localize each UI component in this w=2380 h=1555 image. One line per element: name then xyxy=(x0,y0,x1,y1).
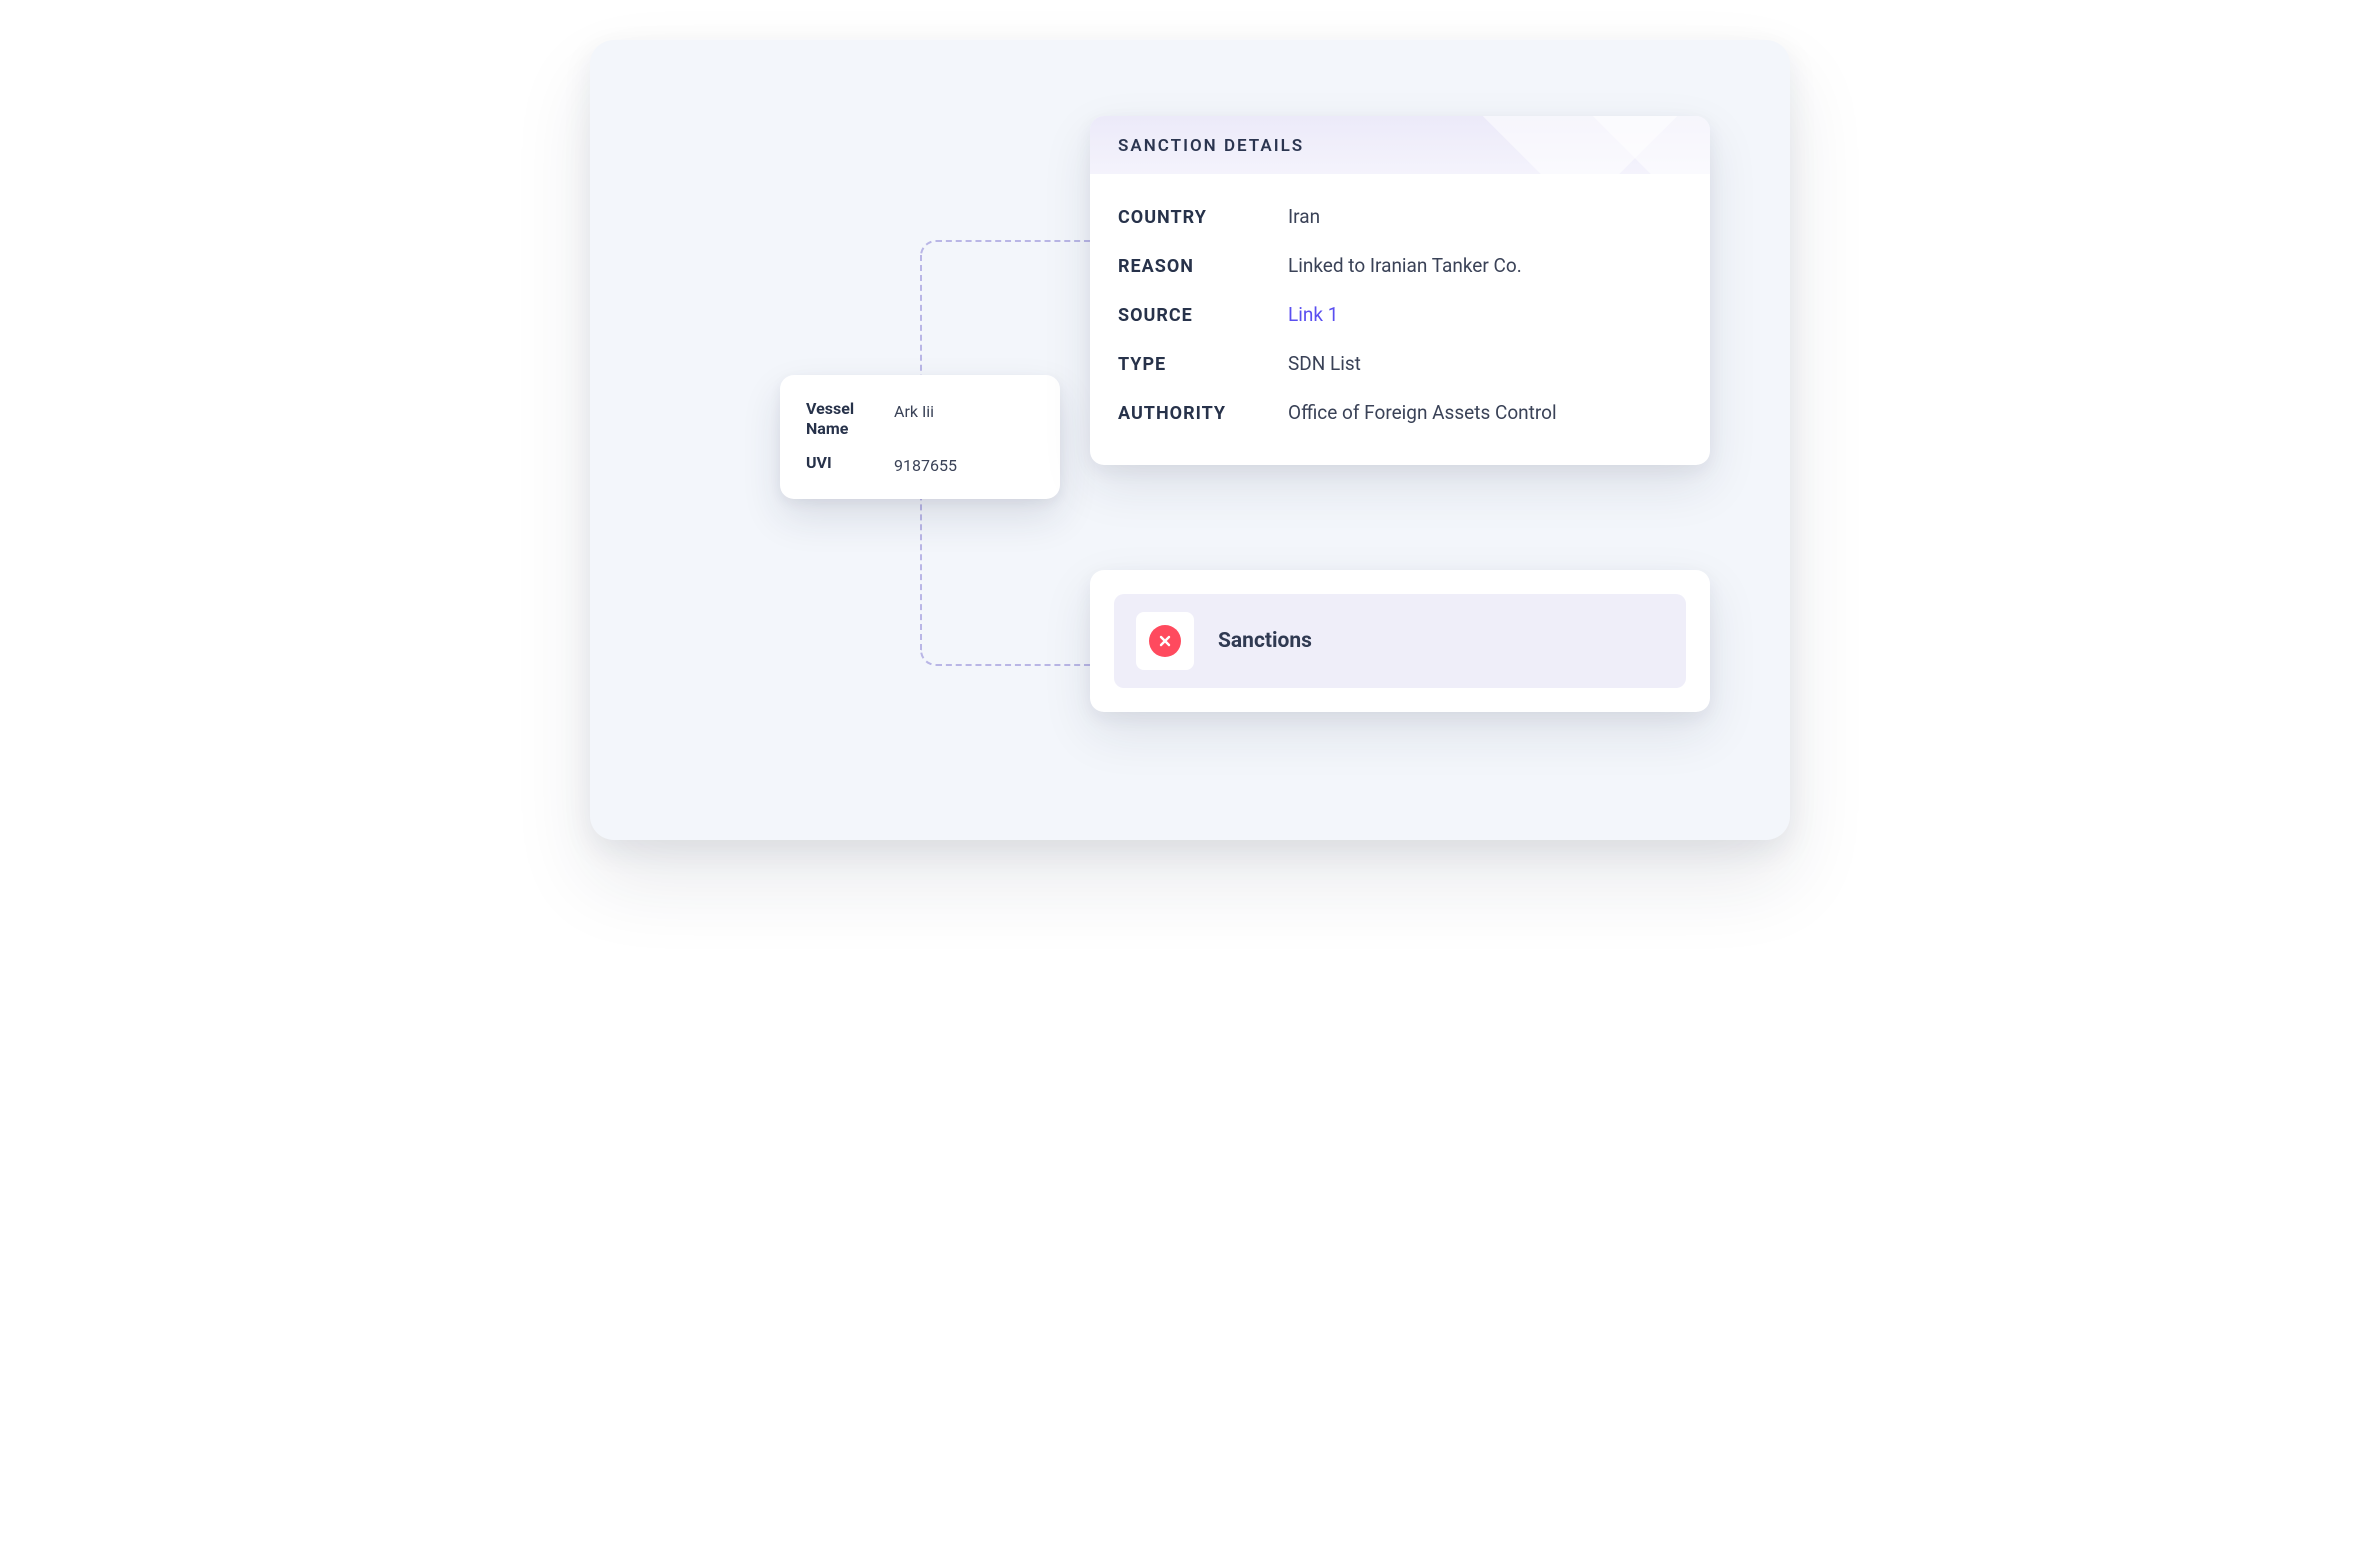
detail-value-reason: Linked to Iranian Tanker Co. xyxy=(1288,254,1522,277)
sanction-details-card: SANCTION DETAILS COUNTRY Iran REASON Lin… xyxy=(1090,116,1710,465)
detail-label-type: TYPE xyxy=(1118,354,1288,375)
detail-value-type: SDN List xyxy=(1288,352,1361,375)
detail-value-authority: Office of Foreign Assets Control xyxy=(1288,401,1557,424)
sanctions-status-icon-wrap xyxy=(1136,612,1194,670)
detail-label-source: SOURCE xyxy=(1118,305,1288,326)
vessel-card: Vessel Name Ark Iii UVI 9187655 xyxy=(780,375,1060,499)
close-icon xyxy=(1158,634,1172,648)
detail-value-source-link[interactable]: Link 1 xyxy=(1288,303,1338,326)
detail-row-source: SOURCE Link 1 xyxy=(1118,290,1682,339)
sanction-details-body: COUNTRY Iran REASON Linked to Iranian Ta… xyxy=(1090,174,1710,465)
detail-label-country: COUNTRY xyxy=(1118,207,1288,228)
sanctions-status-card: Sanctions xyxy=(1090,570,1710,712)
canvas: Vessel Name Ark Iii UVI 9187655 SANCTION… xyxy=(590,40,1790,840)
detail-label-reason: REASON xyxy=(1118,256,1288,277)
vessel-uvi-value: 9187655 xyxy=(894,453,957,477)
sanctions-status-inner: Sanctions xyxy=(1114,594,1686,688)
vessel-uvi-row: UVI 9187655 xyxy=(806,453,1034,477)
detail-row-reason: REASON Linked to Iranian Tanker Co. xyxy=(1118,241,1682,290)
detail-row-type: TYPE SDN List xyxy=(1118,339,1682,388)
sanctions-status-label: Sanctions xyxy=(1218,629,1312,653)
vessel-name-label: Vessel Name xyxy=(806,399,876,439)
vessel-name-row: Vessel Name Ark Iii xyxy=(806,399,1034,439)
close-circle-icon xyxy=(1149,625,1181,657)
detail-value-country: Iran xyxy=(1288,205,1320,228)
sanction-details-title: SANCTION DETAILS xyxy=(1118,136,1304,156)
sanction-details-header: SANCTION DETAILS xyxy=(1090,116,1710,174)
vessel-uvi-label: UVI xyxy=(806,453,876,473)
vessel-name-value: Ark Iii xyxy=(894,399,934,423)
detail-label-authority: AUTHORITY xyxy=(1118,403,1288,424)
detail-row-authority: AUTHORITY Office of Foreign Assets Contr… xyxy=(1118,388,1682,437)
detail-row-country: COUNTRY Iran xyxy=(1118,192,1682,241)
